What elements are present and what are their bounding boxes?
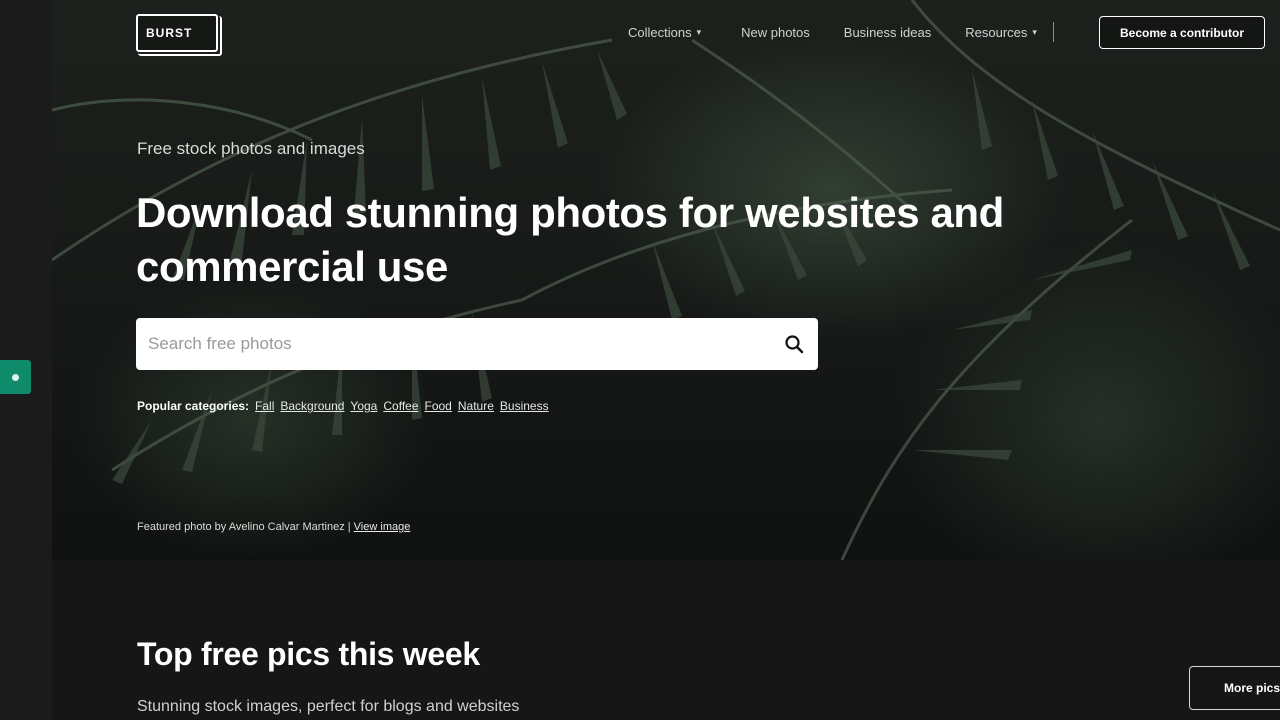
feedback-icon <box>12 373 19 381</box>
search-button[interactable] <box>770 318 818 370</box>
search-input[interactable] <box>136 318 770 370</box>
category-link-fall[interactable]: Fall <box>255 399 274 413</box>
nav-collections-label: Collections <box>628 24 692 40</box>
nav-new-photos[interactable]: New photos <box>741 25 810 40</box>
search-bar <box>136 318 818 370</box>
more-pics-button[interactable]: More pics <box>1189 666 1280 710</box>
category-link-business[interactable]: Business <box>500 399 549 413</box>
nav-resources[interactable]: Resources ▾ <box>965 25 1037 40</box>
chevron-down-icon: ▾ <box>696 26 702 37</box>
popular-categories-label: Popular categories: <box>137 399 250 413</box>
become-contributor-button[interactable]: Become a contributor <box>1099 16 1265 49</box>
hero-eyebrow: Free stock photos and images <box>137 139 365 158</box>
view-image-link[interactable]: View image <box>354 521 411 533</box>
category-link-background[interactable]: Background <box>280 399 344 413</box>
side-feedback-tab[interactable] <box>0 360 31 394</box>
logo-text: BURST <box>146 26 193 40</box>
nav-collections[interactable]: Collections ▾ <box>628 25 701 40</box>
nav-resources-label: Resources <box>965 24 1028 40</box>
section-subtitle: Stunning stock images, perfect for blogs… <box>137 698 520 715</box>
section-title: Top free pics this week <box>137 636 480 672</box>
nav-divider <box>1052 22 1054 42</box>
hero-headline: Download stunning photos for websites an… <box>136 189 1004 290</box>
more-pics-label: More pics <box>1224 681 1280 695</box>
popular-categories: Popular categories: Fall Background Yoga… <box>137 399 549 413</box>
category-link-food[interactable]: Food <box>425 399 452 413</box>
search-icon <box>785 335 804 354</box>
nav-business-ideas[interactable]: Business ideas <box>844 25 931 40</box>
photo-credit-text: Featured photo by Avelino Calvar Martine… <box>137 521 351 533</box>
nav-business-ideas-label: Business ideas <box>843 24 932 40</box>
burst-logo[interactable]: BURST <box>136 14 222 56</box>
hero-section: BURST Collections ▾ New photos Business … <box>52 0 1280 560</box>
main-nav: Collections ▾ New photos Business ideas … <box>628 22 1054 42</box>
category-link-yoga[interactable]: Yoga <box>350 399 377 413</box>
photo-credit: Featured photo by Avelino Calvar Martine… <box>137 521 410 533</box>
nav-new-photos-label: New photos <box>741 24 810 40</box>
category-link-coffee[interactable]: Coffee <box>383 399 418 413</box>
chevron-down-icon: ▾ <box>1032 26 1037 37</box>
category-link-nature[interactable]: Nature <box>458 399 494 413</box>
